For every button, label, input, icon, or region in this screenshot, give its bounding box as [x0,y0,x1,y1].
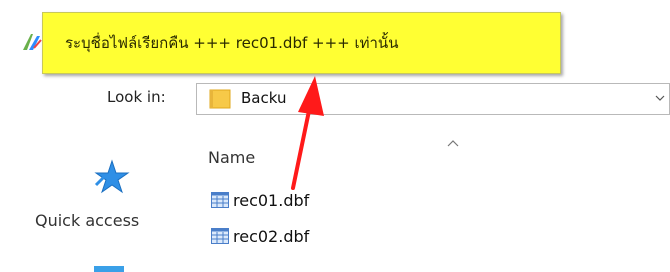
look-in-label: Look in: [107,88,166,106]
chevron-down-icon[interactable] [655,93,665,103]
file-row[interactable]: rec02.dbf [211,224,309,248]
dbf-file-icon [211,228,229,244]
sort-ascending-icon [447,140,459,147]
look-in-dropdown[interactable]: Backu [196,83,670,115]
instruction-callout: ระบุชื่อไฟล์เรียกคืน +++ rec01.dbf +++ เ… [42,12,561,74]
folder-icon [209,89,231,109]
app-icon [23,34,42,50]
desktop-icon[interactable] [94,266,124,272]
dbf-file-icon [211,192,229,208]
file-name: rec02.dbf [233,226,310,246]
column-header-name[interactable]: Name [208,148,255,167]
callout-text: ระบุชื่อไฟล์เรียกคืน +++ rec01.dbf +++ เ… [65,34,399,52]
quick-access-star-icon[interactable] [90,157,130,197]
quick-access-label[interactable]: Quick access [35,211,139,230]
annotation-arrow-icon [291,76,324,190]
